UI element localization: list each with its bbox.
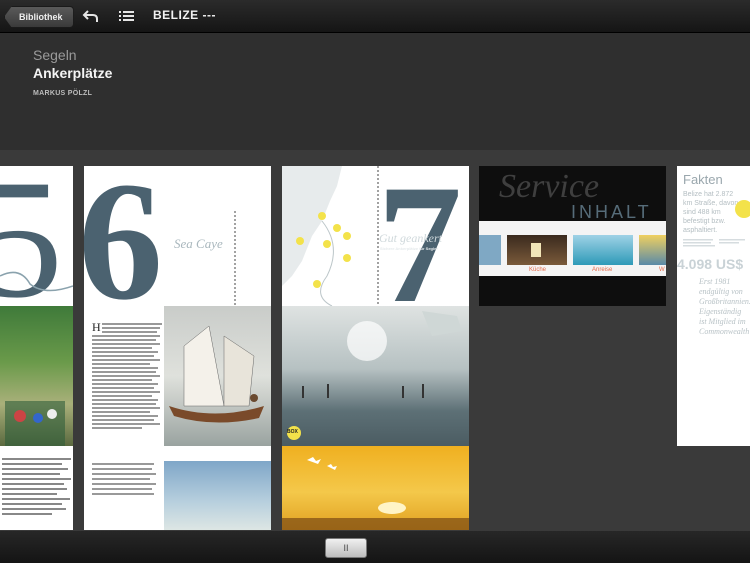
- facts-text: Belize hat 2.872 km Straße, davon sind 4…: [683, 191, 739, 234]
- service-item-anreise: Anreise: [592, 267, 613, 273]
- list-icon[interactable]: [118, 8, 136, 24]
- page-56-photo-boat: [164, 306, 271, 446]
- page-57-caption: Gut geankert: [379, 231, 442, 245]
- page-55-numeral: 5: [0, 166, 73, 306]
- inhalt-heading: INHALT: [571, 202, 652, 222]
- page-scrubber-handle[interactable]: II: [325, 538, 367, 558]
- page-57-subcaption: Sichere Ankerplätze für Segler: [380, 246, 438, 251]
- article-title: Ankerplätze: [33, 65, 113, 81]
- svg-text:6: 6: [84, 166, 163, 306]
- page-strip[interactable]: 5 6 Sea Caye H 7 Gut geankert Sichere An…: [0, 150, 750, 530]
- section-label: Segeln: [33, 47, 77, 63]
- bottom-toolbar: [0, 531, 750, 563]
- document-title: BELIZE ---: [153, 8, 216, 22]
- page-thumb-service[interactable]: Service INHALT Küche Anreise W: [479, 166, 666, 306]
- article-header: Segeln Ankerplätze MARKUS PÖLZL: [0, 33, 750, 150]
- facts-number: 4.098 US$: [677, 256, 744, 272]
- svg-text:H: H: [92, 321, 101, 334]
- page-57-photo-harbor: [282, 306, 469, 446]
- service-item-w: W: [659, 267, 665, 273]
- page-55-text: [2, 456, 71, 526]
- library-back-button[interactable]: Bibliothek: [4, 6, 74, 28]
- facts-yellow-dot: [735, 200, 750, 218]
- page-thumb-57[interactable]: 7 Gut geankert Sichere Ankerplätze für S…: [282, 166, 469, 530]
- top-toolbar: Bibliothek BELIZE ---: [0, 0, 750, 33]
- article-author: MARKUS PÖLZL: [33, 90, 93, 97]
- service-heading: Service: [499, 168, 600, 205]
- service-thumbs: Küche Anreise W: [479, 221, 666, 276]
- page-57-photo-sunset: [282, 446, 469, 530]
- undo-icon[interactable]: [82, 8, 100, 24]
- facts-small-lines: [683, 238, 747, 254]
- page-thumb-55[interactable]: 5: [0, 166, 73, 530]
- page-57-badge: BOX: [287, 429, 298, 435]
- page-56-text: H: [92, 320, 162, 446]
- facts-title: Fakten: [683, 172, 723, 187]
- facts-bottom-text: Erst 1981 endgültig von Großbritannien. …: [699, 277, 750, 336]
- service-item-kueche: Küche: [529, 267, 547, 273]
- page-56-photo-sky: [164, 461, 271, 530]
- page-thumb-fakten[interactable]: Fakten Belize hat 2.872 km Straße, davon…: [677, 166, 750, 446]
- page-thumb-56[interactable]: 6 Sea Caye H: [84, 166, 271, 530]
- page-56-caption: Sea Caye: [174, 236, 223, 251]
- page-55-photo: [0, 306, 73, 446]
- page-56-text-bottom: [84, 461, 159, 530]
